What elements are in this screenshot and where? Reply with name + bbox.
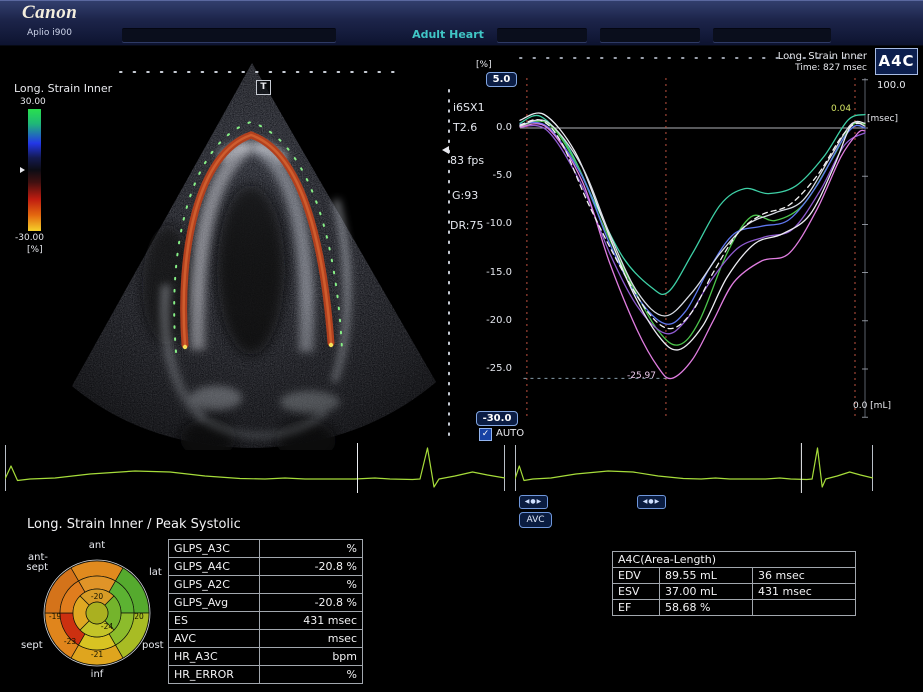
end-strain-value: 0.04	[831, 104, 851, 114]
table-row: EDV89.55 mL36 msec	[613, 568, 856, 584]
ultrasound-screen: Canon Aplio i900 Adult Heart Long. Strai…	[0, 0, 923, 692]
svg-text:-21: -21	[91, 650, 103, 659]
table-row: HR_ERROR%	[169, 666, 363, 684]
bullseye-map: -19-23-20-2420-21 ant ant-sept lat sept …	[14, 538, 186, 690]
colorbar-max-label: 30.00	[20, 97, 46, 107]
y-tick-label: -20.0	[478, 315, 512, 326]
exam-type-label: Adult Heart	[398, 28, 498, 41]
framerate-label: 83 fps	[450, 154, 484, 167]
colorbar-unit-label: [%]	[27, 245, 43, 255]
table-row: AVCmsec	[169, 630, 363, 648]
svg-text:-24: -24	[101, 622, 113, 631]
frame-nav-button[interactable]: ◀●▶	[637, 495, 666, 509]
table-row: GLPS_A2C%	[169, 576, 363, 594]
view-label-button[interactable]: A4C	[875, 48, 918, 75]
svg-text:-19: -19	[49, 612, 61, 621]
header-field[interactable]	[600, 28, 700, 42]
table-row: EF58.68 %	[613, 600, 856, 616]
svg-text:-20: -20	[91, 592, 103, 601]
y-tick-label: 0.0	[478, 122, 512, 133]
colorbar-min-label: -30.00	[15, 233, 44, 243]
y-tick-label: -25.0	[478, 363, 512, 374]
volume-table-title: A4C(Area-Length)	[613, 552, 856, 568]
ecg-strip-right[interactable]	[515, 443, 873, 493]
auto-checkbox[interactable]: ✓	[479, 428, 492, 441]
ecg-strip-left[interactable]	[5, 443, 505, 493]
region-label-ant: ant	[74, 540, 120, 551]
orientation-marker: T	[256, 80, 271, 95]
header-field[interactable]	[497, 28, 587, 42]
header-field[interactable]	[713, 28, 831, 42]
y-min-button[interactable]: -30.0	[476, 411, 518, 426]
depth-scale-label: 100.0	[877, 80, 906, 91]
table-row: GLPS_Avg-20.8 %	[169, 594, 363, 612]
title-bar: Canon Aplio i900 Adult Heart	[0, 0, 923, 46]
auto-checkbox-label: AUTO	[496, 428, 524, 439]
region-label-sept: sept	[21, 640, 43, 651]
y-tick-label: -5.0	[478, 170, 512, 181]
strain-measurements-table: GLPS_A3C% GLPS_A4C-20.8 % GLPS_A2C% GLPS…	[168, 539, 363, 684]
y-axis-unit-label: [%]	[476, 60, 492, 70]
strain-colorbar	[28, 109, 41, 231]
peak-strain-value: -25.97	[627, 371, 656, 381]
thermal-index-label: T2.6	[453, 121, 477, 134]
region-label-inf: inf	[74, 669, 120, 680]
frame-nav-button[interactable]: ◀●▶	[519, 495, 548, 509]
svg-text:20: 20	[134, 612, 144, 621]
canon-logo: Canon	[22, 2, 77, 24]
table-row: HR_A3Cbpm	[169, 648, 363, 666]
table-row: GLPS_A4C-20.8 %	[169, 558, 363, 576]
avc-button[interactable]: AVC	[519, 512, 552, 528]
strain-chart[interactable]	[515, 50, 875, 435]
table-header-row: A4C(Area-Length)	[613, 552, 856, 568]
x-axis-unit-label: [msec]	[867, 114, 898, 124]
bullseye-plot: -19 -23 -20 -24 20 -21	[29, 539, 165, 687]
focus-marker-icon	[442, 146, 449, 154]
check-icon: ✓	[482, 429, 490, 439]
ultrasound-image[interactable]	[48, 50, 458, 450]
region-label-post: post	[142, 640, 164, 651]
y-tick-label: -15.0	[478, 267, 512, 278]
frame-nav-icon: ◀●▶	[525, 498, 542, 505]
gain-label: G:93	[452, 189, 478, 202]
table-row: ESV37.00 mL431 msec	[613, 584, 856, 600]
svg-text:-23: -23	[64, 637, 76, 646]
volume-table: A4C(Area-Length) EDV89.55 mL36 msec ESV3…	[612, 551, 856, 616]
region-label-ant-sept: ant-sept	[16, 553, 48, 573]
region-label-lat: lat	[149, 567, 162, 578]
peak-systolic-title: Long. Strain Inner / Peak Systolic	[27, 517, 241, 532]
frame-nav-icon: ◀●▶	[643, 498, 660, 505]
y-max-button[interactable]: 5.0	[486, 72, 517, 87]
y-tick-label: -10.0	[478, 218, 512, 229]
table-row: GLPS_A3C%	[169, 540, 363, 558]
model-label: Aplio i900	[27, 28, 72, 38]
table-row: ES431 msec	[169, 612, 363, 630]
transducer-label: i6SX1	[453, 101, 485, 114]
patient-info-field[interactable]	[122, 28, 336, 42]
volume-axis-label: 0.0 [mL]	[853, 401, 891, 411]
colorbar-zero-marker-icon	[20, 167, 25, 173]
